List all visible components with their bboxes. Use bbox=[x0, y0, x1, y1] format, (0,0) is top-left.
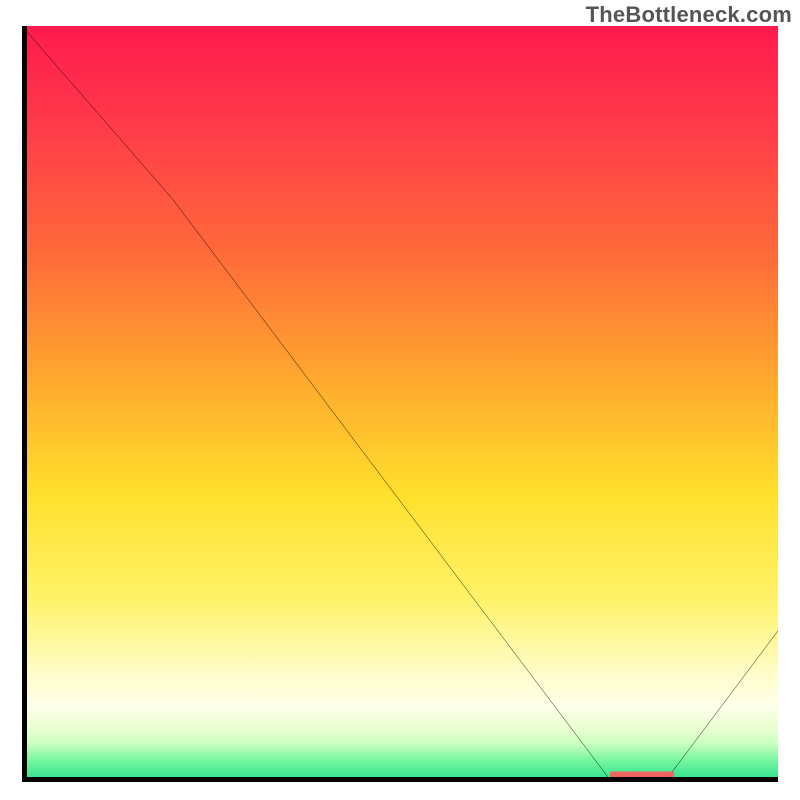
bottleneck-curve bbox=[22, 26, 778, 782]
curve-path bbox=[22, 26, 778, 782]
x-axis bbox=[22, 777, 778, 782]
chart-container: TheBottleneck.com bbox=[0, 0, 800, 800]
y-axis bbox=[22, 26, 27, 782]
watermark-text: TheBottleneck.com bbox=[586, 2, 792, 28]
plot-area bbox=[22, 26, 778, 782]
